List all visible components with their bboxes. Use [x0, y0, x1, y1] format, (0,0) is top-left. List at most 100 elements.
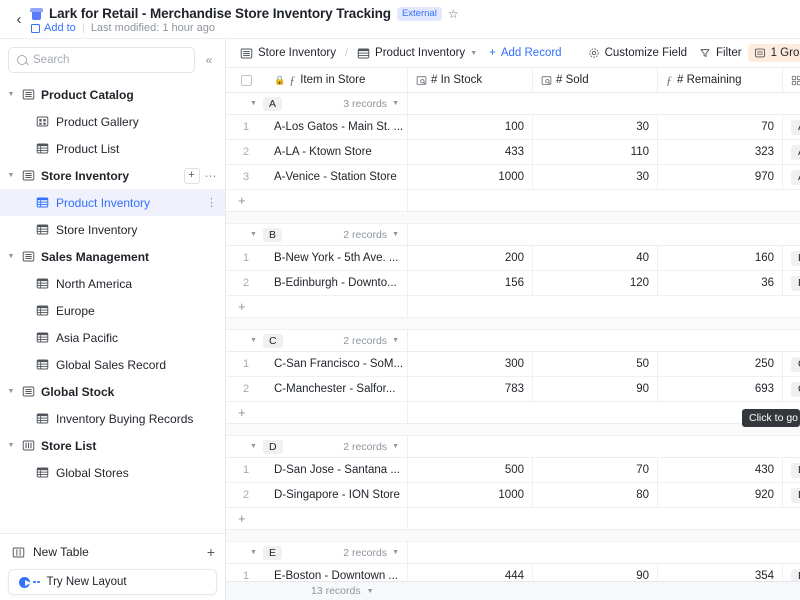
- cell-sold[interactable]: 30: [533, 165, 658, 189]
- cell-remaining[interactable]: 970: [658, 165, 783, 189]
- cell-in-stock[interactable]: 1000: [408, 165, 533, 189]
- cell-partial[interactable]: B: [783, 271, 800, 295]
- group-header[interactable]: ▼ A 3 records▼: [226, 93, 800, 115]
- cell-remaining[interactable]: 160: [658, 246, 783, 270]
- cell-in-stock[interactable]: 100: [408, 115, 533, 139]
- more-options-icon[interactable]: ⋯: [205, 169, 218, 183]
- group-records[interactable]: 2 records▼: [343, 335, 407, 347]
- back-button[interactable]: ‹: [8, 5, 30, 33]
- sidebar-item-asia-pacific[interactable]: Asia Pacific: [0, 324, 225, 351]
- cell-item-in-store[interactable]: A-Venice - Station Store: [266, 165, 408, 189]
- table-row[interactable]: 1 E-Boston - Downtown ... 444 90 354 E: [226, 564, 800, 581]
- filter-button[interactable]: Filter: [693, 44, 748, 62]
- column-header-remaining[interactable]: ƒ # Remaining: [658, 68, 783, 92]
- group-records[interactable]: 2 records▼: [343, 229, 407, 241]
- sidebar-item-north-america[interactable]: North America: [0, 270, 225, 297]
- table-row[interactable]: 1 B-New York - 5th Ave. ... 200 40 160 B: [226, 246, 800, 271]
- cell-remaining[interactable]: 920: [658, 483, 783, 507]
- cell-remaining[interactable]: 70: [658, 115, 783, 139]
- sidebar-group-store-inventory[interactable]: ▼ Store Inventory + ⋯: [0, 162, 225, 189]
- cell-partial[interactable]: E: [783, 564, 800, 581]
- group-records[interactable]: 2 records▼: [343, 441, 407, 453]
- add-record-plus-icon[interactable]: +: [226, 508, 408, 529]
- cell-in-stock[interactable]: 783: [408, 377, 533, 401]
- chevron-down-icon[interactable]: ▼: [250, 100, 257, 107]
- column-header-in-stock[interactable]: # In Stock: [408, 68, 533, 92]
- cell-remaining[interactable]: 693: [658, 377, 783, 401]
- group-header[interactable]: ▼ E 2 records▼: [226, 542, 800, 564]
- cell-partial[interactable]: A: [783, 115, 800, 139]
- table-row[interactable]: 2 A-LA - Ktown Store 433 110 323 A: [226, 140, 800, 165]
- group-header[interactable]: ▼ C 2 records▼: [226, 330, 800, 352]
- sidebar-item-product-gallery[interactable]: Product Gallery: [0, 108, 225, 135]
- cell-in-stock[interactable]: 300: [408, 352, 533, 376]
- cell-sold[interactable]: 90: [533, 377, 658, 401]
- chevron-down-icon[interactable]: ▼: [250, 337, 257, 344]
- cell-partial[interactable]: D: [783, 458, 800, 482]
- cell-in-stock[interactable]: 200: [408, 246, 533, 270]
- sidebar-group-global-stock[interactable]: ▼ Global Stock: [0, 378, 225, 405]
- cell-sold[interactable]: 110: [533, 140, 658, 164]
- add-record-plus-icon[interactable]: +: [226, 402, 408, 423]
- add-table-icon[interactable]: +: [207, 544, 215, 560]
- chevron-down-icon[interactable]: ▼: [250, 549, 257, 556]
- cell-item-in-store[interactable]: C-Manchester - Salfor...: [266, 377, 408, 401]
- sidebar-item-europe[interactable]: Europe: [0, 297, 225, 324]
- cell-remaining[interactable]: 36: [658, 271, 783, 295]
- cell-item-in-store[interactable]: C-San Francisco - SoM...: [266, 352, 408, 376]
- cell-remaining[interactable]: 354: [658, 564, 783, 581]
- cell-partial[interactable]: A: [783, 140, 800, 164]
- sidebar-item-global-sales-record[interactable]: Global Sales Record: [0, 351, 225, 378]
- cell-sold[interactable]: 120: [533, 271, 658, 295]
- sidebar-item-inventory-buying-records[interactable]: Inventory Buying Records: [0, 405, 225, 432]
- add-record-plus-icon[interactable]: +: [226, 296, 408, 317]
- star-outline-icon[interactable]: ☆: [448, 7, 459, 21]
- table-row[interactable]: 2 D-Singapore - ION Store 1000 80 920 D: [226, 483, 800, 508]
- view-more-icon[interactable]: ⋮: [206, 196, 217, 209]
- group-records[interactable]: 2 records▼: [343, 547, 407, 559]
- cell-in-stock[interactable]: 1000: [408, 483, 533, 507]
- table-row[interactable]: 1 C-San Francisco - SoM... 300 50 250 C: [226, 352, 800, 377]
- cell-partial[interactable]: C: [783, 352, 800, 376]
- column-header-item-in-store[interactable]: 🔒 ƒ Item in Store: [266, 68, 408, 92]
- cell-sold[interactable]: 40: [533, 246, 658, 270]
- cell-partial[interactable]: A: [783, 165, 800, 189]
- group-button[interactable]: 1 Group: [748, 44, 800, 62]
- cell-remaining[interactable]: 430: [658, 458, 783, 482]
- cell-item-in-store[interactable]: B-Edinburgh - Downto...: [266, 271, 408, 295]
- add-record-row[interactable]: +: [226, 296, 800, 318]
- sidebar-group-sales-management[interactable]: ▼ Sales Management: [0, 243, 225, 270]
- cell-partial[interactable]: D: [783, 483, 800, 507]
- add-view-button[interactable]: +: [184, 168, 200, 184]
- add-record-plus-icon[interactable]: +: [226, 190, 408, 211]
- add-record-row[interactable]: +: [226, 508, 800, 530]
- customize-field-button[interactable]: Customize Field: [582, 44, 693, 62]
- table-row[interactable]: 1 D-San Jose - Santana ... 500 70 430 D: [226, 458, 800, 483]
- cell-item-in-store[interactable]: A-Los Gatos - Main St. ...: [266, 115, 408, 139]
- table-row[interactable]: 2 C-Manchester - Salfor... 783 90 693 C: [226, 377, 800, 402]
- add-record-row[interactable]: +: [226, 190, 800, 212]
- add-record-row[interactable]: +: [226, 402, 800, 424]
- new-table-button[interactable]: New Table +: [0, 538, 225, 566]
- sidebar-item-global-stores[interactable]: Global Stores: [0, 459, 225, 486]
- cell-item-in-store[interactable]: D-San Jose - Santana ...: [266, 458, 408, 482]
- column-header-partial[interactable]: P: [783, 68, 800, 92]
- toolbar-table-name[interactable]: Store Inventory: [234, 44, 342, 63]
- cell-partial[interactable]: C: [783, 377, 800, 401]
- search-input[interactable]: Search: [8, 47, 195, 73]
- cell-item-in-store[interactable]: E-Boston - Downtown ...: [266, 564, 408, 581]
- cell-in-stock[interactable]: 444: [408, 564, 533, 581]
- chevron-down-icon[interactable]: ▼: [250, 443, 257, 450]
- cell-sold[interactable]: 80: [533, 483, 658, 507]
- cell-in-stock[interactable]: 156: [408, 271, 533, 295]
- cell-sold[interactable]: 70: [533, 458, 658, 482]
- collapse-sidebar-button[interactable]: «: [201, 49, 217, 71]
- sidebar-item-store-inventory-view[interactable]: Store Inventory: [0, 216, 225, 243]
- chevron-down-icon[interactable]: ▼: [367, 588, 374, 595]
- cell-remaining[interactable]: 323: [658, 140, 783, 164]
- sidebar-item-product-inventory[interactable]: Product Inventory ⋮: [0, 189, 225, 216]
- group-header[interactable]: ▼ D 2 records▼: [226, 436, 800, 458]
- toolbar-view-name[interactable]: Product Inventory ▼: [351, 44, 483, 63]
- table-row[interactable]: 1 A-Los Gatos - Main St. ... 100 30 70 A: [226, 115, 800, 140]
- cell-sold[interactable]: 30: [533, 115, 658, 139]
